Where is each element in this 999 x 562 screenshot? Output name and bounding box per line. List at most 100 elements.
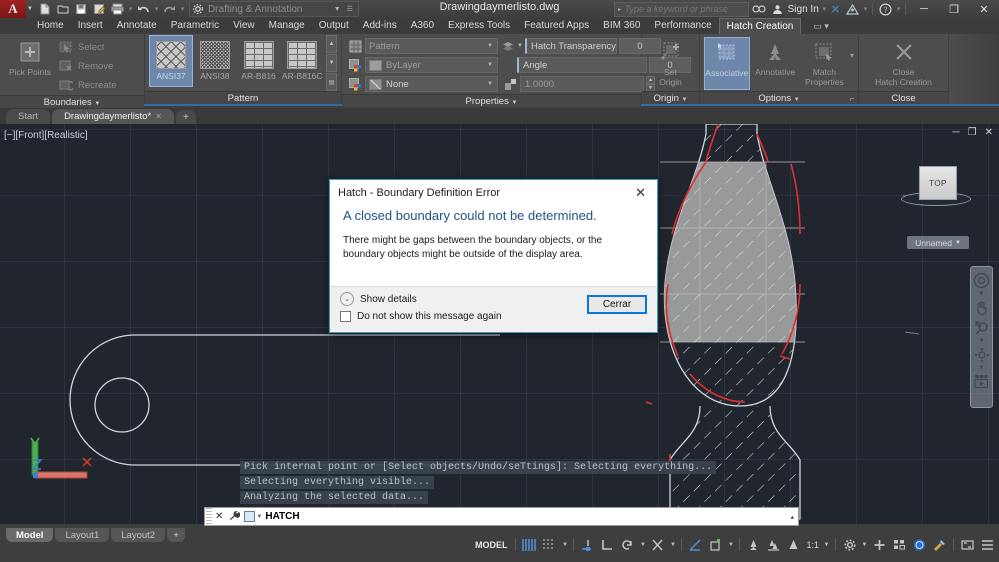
command-bar-settings-icon[interactable] bbox=[226, 510, 243, 524]
steering-wheel-icon[interactable] bbox=[972, 271, 991, 290]
workspace-gear-icon[interactable] bbox=[840, 536, 859, 553]
remove-boundary-button[interactable]: Remove bbox=[56, 57, 120, 76]
command-bar-close-icon[interactable]: ✕ bbox=[212, 511, 226, 522]
hatch-type-combo[interactable]: Pattern ▼ bbox=[365, 38, 498, 54]
search-expand-icon[interactable]: ▸ bbox=[615, 6, 625, 13]
workspace-caret-icon[interactable]: ▼ bbox=[331, 6, 344, 13]
exchange-apps-icon[interactable]: ✕ bbox=[828, 0, 843, 18]
file-tab-drawing[interactable]: Drawingdaymerlisto* ✕ bbox=[52, 109, 174, 124]
search-input[interactable] bbox=[625, 4, 748, 14]
show-details-label[interactable]: Show details bbox=[360, 294, 417, 305]
layout-tab-model[interactable]: Model bbox=[6, 528, 53, 542]
properties-expand-caret-icon[interactable]: ▼ bbox=[512, 100, 518, 106]
match-properties-button[interactable]: Match Properties bbox=[801, 37, 848, 87]
sign-in-label[interactable]: Sign In bbox=[786, 4, 821, 15]
tab-performance[interactable]: Performance bbox=[647, 18, 718, 34]
tab-manage[interactable]: Manage bbox=[262, 18, 312, 34]
autodesk-a360-icon[interactable] bbox=[843, 0, 862, 18]
object-snap-tracking-icon[interactable] bbox=[706, 536, 725, 553]
pattern-ansi37[interactable]: ANSI37 bbox=[149, 35, 193, 87]
clean-screen-icon[interactable] bbox=[930, 536, 949, 553]
search-box[interactable]: ▸ bbox=[614, 2, 749, 17]
tab-annotate[interactable]: Annotate bbox=[110, 18, 164, 34]
workspace-menu-icon[interactable]: ☰ bbox=[344, 5, 356, 13]
hardware-accel-icon[interactable] bbox=[870, 536, 889, 553]
close-hatch-creation-button[interactable]: Close Hatch Creation bbox=[864, 37, 944, 87]
boundaries-expand-caret-icon[interactable]: ▼ bbox=[94, 101, 100, 107]
hatch-scale-field[interactable]: 1.0000 bbox=[520, 76, 644, 92]
pattern-ansi38[interactable]: ANSI38 bbox=[193, 35, 237, 87]
match-properties-caret-icon[interactable]: ▾ bbox=[850, 51, 854, 60]
workspace-selector[interactable]: Drafting & Annotation ▼ ☰ bbox=[189, 1, 359, 17]
command-bar[interactable]: ✕ ▼ HATCH ▴ bbox=[204, 507, 799, 526]
tab-bim-360[interactable]: BIM 360 bbox=[596, 18, 647, 34]
fullscreen-icon[interactable] bbox=[958, 536, 977, 553]
tab-output[interactable]: Output bbox=[312, 18, 356, 34]
associative-toggle[interactable]: Associative bbox=[704, 37, 750, 90]
help-caret-icon[interactable]: ▾ bbox=[895, 5, 902, 13]
zoom-extents-icon[interactable] bbox=[972, 318, 991, 337]
new-file-icon[interactable] bbox=[37, 1, 54, 17]
autoscale-icon[interactable] bbox=[764, 536, 783, 553]
select-boundary-button[interactable]: Select bbox=[56, 38, 120, 57]
snap-caret-icon[interactable]: ▼ bbox=[560, 542, 569, 548]
undo-dropdown-caret-icon[interactable]: ▾ bbox=[153, 5, 160, 13]
customization-icon[interactable] bbox=[978, 536, 997, 553]
plot-icon[interactable] bbox=[109, 1, 126, 17]
annotation-scale-value[interactable]: 1:1 bbox=[804, 540, 821, 550]
pick-points-button[interactable]: Pick Points bbox=[4, 37, 56, 77]
orbit-caret-icon[interactable]: ▼ bbox=[979, 365, 985, 371]
pattern-expand-gallery-icon[interactable]: ▤ bbox=[326, 73, 337, 91]
hatch-color-combo[interactable]: ByLayer ▼ bbox=[365, 57, 498, 73]
snap-mode-icon[interactable] bbox=[540, 536, 559, 553]
named-view-selector[interactable]: Unnamed ▼ bbox=[907, 236, 969, 249]
tab-hatch-creation[interactable]: Hatch Creation bbox=[719, 18, 802, 34]
view-cube-top-face[interactable]: TOP bbox=[919, 166, 957, 200]
options-dialog-launcher-icon[interactable]: ⌐ bbox=[850, 93, 854, 106]
layout-tab-layout2[interactable]: Layout2 bbox=[111, 528, 165, 542]
restore-button[interactable]: ❐ bbox=[939, 0, 969, 18]
hatch-color-caret-icon[interactable]: ▼ bbox=[483, 62, 497, 68]
hatch-angle-field[interactable]: Angle bbox=[517, 57, 647, 73]
dont-show-again-checkbox[interactable] bbox=[340, 311, 351, 322]
viewport-minimize-icon[interactable]: ─ bbox=[953, 127, 960, 138]
recreate-boundary-button[interactable]: Recreate bbox=[56, 76, 120, 95]
workspace-caret-icon[interactable]: ▼ bbox=[860, 542, 869, 548]
named-view-caret-icon[interactable]: ▼ bbox=[955, 240, 961, 246]
tab-express-tools[interactable]: Express Tools bbox=[441, 18, 517, 34]
infer-constraints-icon[interactable] bbox=[578, 536, 597, 553]
object-snap-caret-icon[interactable]: ▼ bbox=[668, 542, 677, 548]
transparency-caret-icon[interactable]: ▼ bbox=[517, 43, 523, 49]
file-tab-start[interactable]: Start bbox=[6, 109, 50, 124]
ortho-mode-icon[interactable] bbox=[598, 536, 617, 553]
panel-title-options[interactable]: Options ▼ ⌐ bbox=[700, 91, 858, 104]
open-file-icon[interactable] bbox=[55, 1, 72, 17]
layout-tab-layout1[interactable]: Layout1 bbox=[55, 528, 109, 542]
pattern-ar-b816c[interactable]: AR-B816C bbox=[280, 35, 324, 87]
background-color-combo[interactable]: None ▼ bbox=[365, 76, 498, 92]
file-tab-close-icon[interactable]: ✕ bbox=[155, 112, 162, 121]
pattern-ar-b816[interactable]: AR-B816 bbox=[237, 35, 281, 87]
app-logo-icon[interactable]: A bbox=[0, 0, 26, 18]
annotation-visibility-icon[interactable] bbox=[744, 536, 763, 553]
options-expand-caret-icon[interactable]: ▼ bbox=[794, 97, 800, 103]
redo-icon[interactable] bbox=[161, 1, 178, 17]
dont-show-again-label[interactable]: Do not show this message again bbox=[357, 311, 502, 322]
polar-tracking-icon[interactable] bbox=[618, 536, 637, 553]
new-drawing-tab-button[interactable]: + bbox=[176, 110, 196, 124]
tab-add-ins[interactable]: Add-ins bbox=[356, 18, 404, 34]
a360-caret-icon[interactable]: ▾ bbox=[862, 5, 869, 13]
panel-title-origin[interactable]: Origin ▼ bbox=[642, 91, 699, 104]
tab-insert[interactable]: Insert bbox=[71, 18, 110, 34]
viewport-label[interactable]: [−][Front][Realistic] bbox=[4, 130, 88, 141]
command-input[interactable]: HATCH bbox=[265, 511, 790, 522]
dialog-close-icon[interactable]: ✕ bbox=[632, 185, 649, 201]
tab-home[interactable]: Home bbox=[30, 18, 71, 34]
background-color-caret-icon[interactable]: ▼ bbox=[483, 81, 497, 87]
pan-hand-icon[interactable] bbox=[972, 298, 991, 317]
pattern-scroll-up-icon[interactable]: ▲ bbox=[326, 35, 337, 53]
add-layout-button[interactable]: + bbox=[167, 528, 185, 542]
pattern-scroll-down-icon[interactable]: ▼ bbox=[326, 54, 337, 72]
undo-icon[interactable] bbox=[135, 1, 152, 17]
isolate-objects-icon[interactable] bbox=[890, 536, 909, 553]
